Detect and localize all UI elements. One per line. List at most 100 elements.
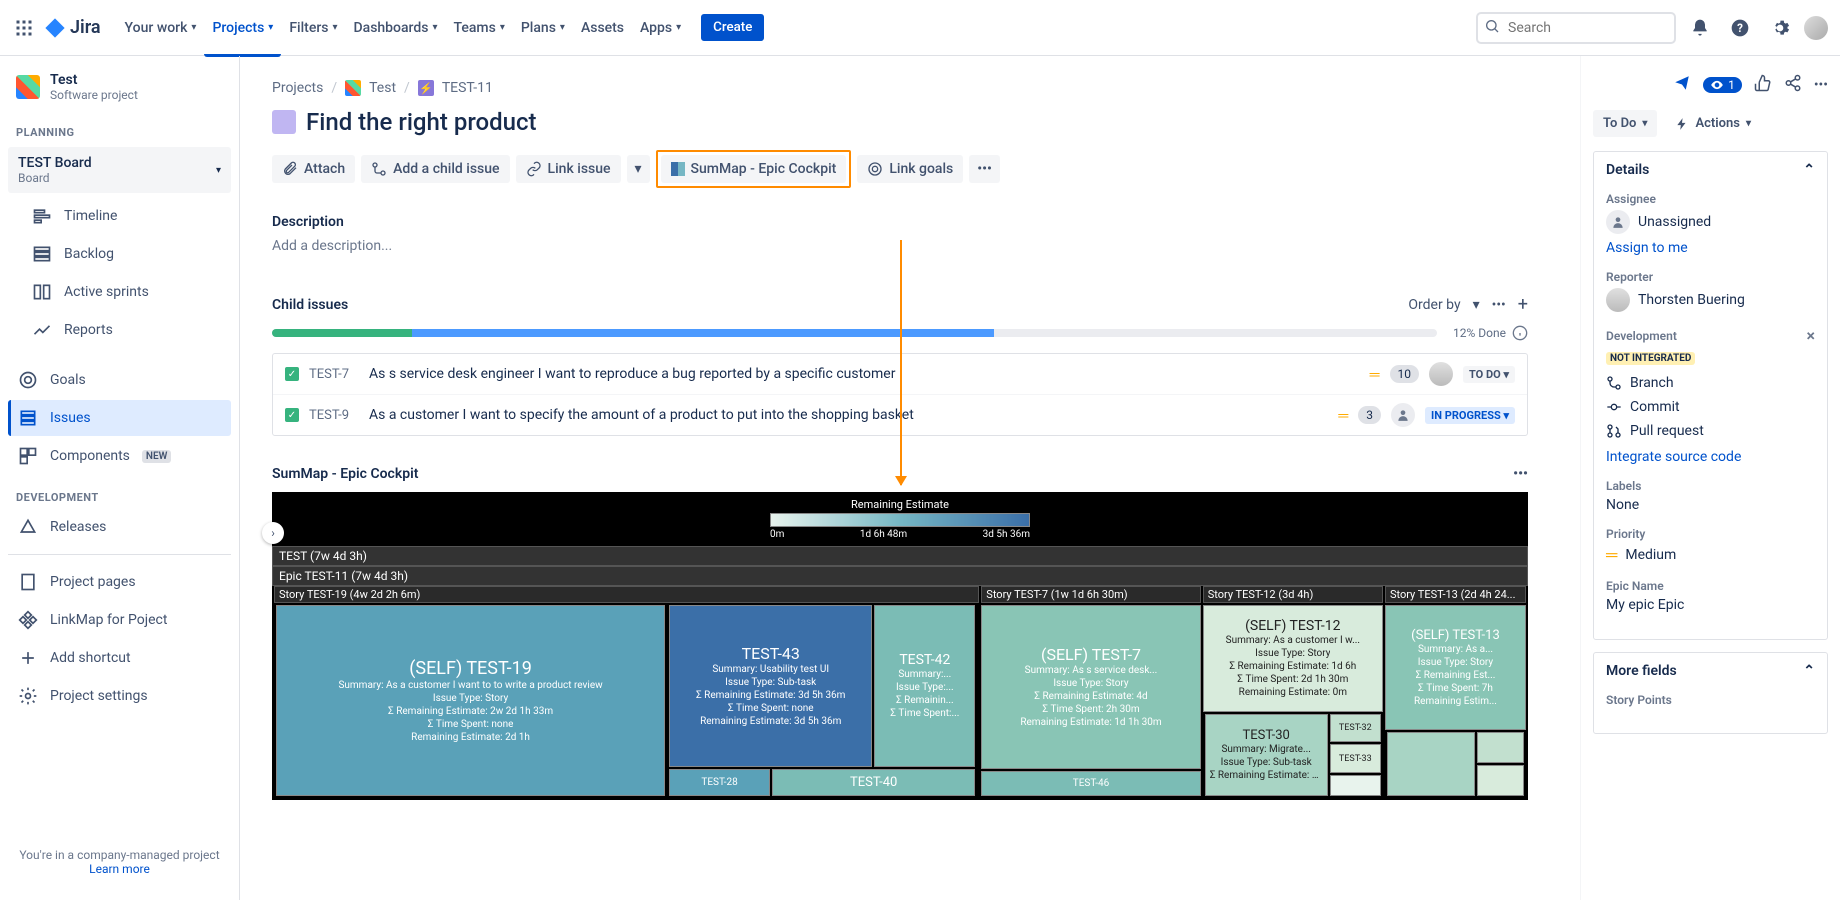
nav-item-filters[interactable]: Filters▾	[281, 0, 345, 57]
search-input[interactable]	[1476, 12, 1676, 44]
integrate-link[interactable]: Integrate source code	[1606, 449, 1815, 465]
jira-logo[interactable]: Jira	[40, 17, 105, 39]
treemap-cell[interactable]: TEST-28	[669, 769, 770, 796]
project-header[interactable]: Test Software project	[8, 72, 231, 122]
progress-bar	[272, 329, 1437, 337]
expand-icon[interactable]: ›	[262, 522, 284, 544]
share-icon[interactable]	[1784, 74, 1802, 96]
link-goals-button[interactable]: Link goals	[857, 155, 963, 183]
attach-button[interactable]: Attach	[272, 155, 355, 183]
status-lozenge[interactable]: TO DO ▾	[1463, 366, 1515, 383]
priority-value[interactable]: ═Medium	[1606, 545, 1815, 565]
treemap-cell[interactable]	[1387, 732, 1475, 796]
close-icon[interactable]: ×	[1807, 326, 1816, 345]
more-icon[interactable]: •••	[1513, 466, 1528, 482]
treemap-cell[interactable]: (SELF) TEST-7 Summary: As s service desk…	[981, 605, 1200, 769]
story-header[interactable]: Story TEST-13 (2d 4h 24...	[1385, 586, 1526, 603]
sidebar-item-releases[interactable]: Releases	[8, 509, 231, 545]
breadcrumb-projects[interactable]: Projects	[272, 80, 323, 96]
watch-button[interactable]: 1	[1703, 77, 1742, 93]
nav-item-your-work[interactable]: Your work▾	[117, 0, 205, 57]
sidebar-item-sprints[interactable]: Active sprints	[8, 274, 231, 310]
sidebar-item-pages[interactable]: Project pages	[8, 564, 231, 600]
labels-value[interactable]: None	[1606, 497, 1815, 513]
treemap-cell[interactable]: TEST-33	[1330, 744, 1381, 772]
breadcrumb-project[interactable]: Test	[369, 80, 396, 96]
sidebar-item-settings[interactable]: Project settings	[8, 678, 231, 714]
sidebar-item-label: Backlog	[64, 246, 114, 262]
treemap-cell[interactable]: TEST-30 Summary: Migrate... Issue Type: …	[1205, 714, 1328, 796]
more-icon[interactable]: •••	[1814, 77, 1828, 93]
create-commit-link[interactable]: Commit	[1606, 395, 1815, 419]
add-icon[interactable]: +	[1518, 294, 1528, 315]
sidebar-item-linkmap[interactable]: LinkMap for Poject	[8, 602, 231, 638]
treemap-cell[interactable]: (SELF) TEST-13 Summary: As a... Issue Ty…	[1385, 605, 1526, 730]
more-icon[interactable]: •••	[1492, 297, 1506, 313]
create-button[interactable]: Create	[701, 14, 764, 41]
sidebar-item-goals[interactable]: Goals	[8, 362, 231, 398]
sidebar-item-shortcut[interactable]: Add shortcut	[8, 640, 231, 676]
link-issue-button[interactable]: Link issue	[516, 155, 621, 183]
chevron-down-icon[interactable]: ▾	[1473, 297, 1480, 313]
link-more-button[interactable]: ▾	[627, 155, 650, 183]
board-selector[interactable]: TEST Board Board ▾	[8, 147, 231, 193]
issue-title[interactable]: Find the right product	[306, 108, 537, 136]
sidebar-item-reports[interactable]: Reports	[8, 312, 231, 348]
like-icon[interactable]	[1754, 74, 1772, 96]
sidebar-item-components[interactable]: Components NEW	[8, 438, 231, 474]
treemap-cell[interactable]: (SELF) TEST-19 Summary: As a customer I …	[276, 605, 665, 796]
treemap-cell[interactable]	[1477, 732, 1524, 763]
order-by-label[interactable]: Order by	[1408, 297, 1460, 313]
nav-item-apps[interactable]: Apps▾	[632, 0, 689, 57]
status-lozenge[interactable]: IN PROGRESS ▾	[1425, 407, 1515, 424]
notifications-icon[interactable]	[1684, 12, 1716, 44]
create-pr-link[interactable]: Pull request	[1606, 419, 1815, 443]
info-icon[interactable]	[1512, 325, 1528, 341]
actions-dropdown[interactable]: Actions ▾	[1665, 110, 1761, 137]
create-branch-link[interactable]: Branch	[1606, 371, 1815, 395]
help-icon[interactable]: ?	[1724, 12, 1756, 44]
more-actions-button[interactable]: •••	[969, 155, 1000, 183]
child-key[interactable]: TEST-9	[309, 408, 359, 423]
treemap-cell[interactable]: (SELF) TEST-12 Summary: As a customer I …	[1203, 605, 1383, 712]
profile-avatar[interactable]	[1804, 16, 1828, 40]
child-key[interactable]: TEST-7	[309, 367, 359, 382]
sidebar-item-backlog[interactable]: Backlog	[8, 236, 231, 272]
epic-name-value[interactable]: My epic Epic	[1606, 597, 1815, 613]
treemap-epic[interactable]: Epic TEST-11 (7w 4d 3h)	[272, 566, 1528, 586]
treemap-cell[interactable]: TEST-43 Summary: Usability test UI Issue…	[669, 605, 872, 767]
treemap-cell[interactable]	[1477, 765, 1524, 796]
breadcrumb-issue[interactable]: TEST-11	[442, 80, 493, 96]
story-header[interactable]: Story TEST-12 (3d 4h)	[1203, 586, 1383, 603]
summap-button[interactable]: SumMap - Epic Cockpit	[661, 155, 847, 183]
nav-item-projects[interactable]: Projects▾	[204, 0, 281, 57]
nav-item-assets[interactable]: Assets	[573, 0, 632, 57]
nav-item-plans[interactable]: Plans▾	[513, 0, 573, 57]
story-header[interactable]: Story TEST-7 (1w 1d 6h 30m)	[981, 586, 1200, 603]
app-switcher-icon[interactable]	[12, 16, 36, 40]
add-child-button[interactable]: Add a child issue	[361, 155, 509, 183]
epic-color-icon[interactable]	[272, 110, 296, 134]
nav-item-dashboards[interactable]: Dashboards▾	[346, 0, 446, 57]
learn-more-link[interactable]: Learn more	[89, 862, 150, 876]
details-toggle[interactable]: Details⌃	[1594, 152, 1827, 188]
story-header[interactable]: Story TEST-19 (4w 2d 2h 6m)	[274, 586, 979, 603]
more-fields-toggle[interactable]: More fields⌃	[1594, 653, 1827, 689]
treemap-cell[interactable]	[1330, 775, 1381, 796]
settings-icon[interactable]	[1764, 12, 1796, 44]
treemap-cell[interactable]: TEST-32	[1330, 714, 1381, 742]
treemap-root[interactable]: TEST (7w 4d 3h)	[272, 546, 1528, 566]
reporter-value[interactable]: Thorsten Buering	[1606, 288, 1815, 312]
treemap-cell[interactable]: TEST-42 Summary:... Issue Type:... Σ Rem…	[874, 605, 975, 767]
nav-item-teams[interactable]: Teams▾	[446, 0, 513, 57]
treemap-cell[interactable]: TEST-46	[981, 771, 1200, 796]
unassigned-avatar-icon[interactable]	[1391, 403, 1415, 427]
feedback-icon[interactable]	[1673, 74, 1691, 96]
sidebar-item-issues[interactable]: Issues	[8, 400, 231, 436]
treemap-cell[interactable]: TEST-40	[772, 769, 975, 796]
sidebar-item-timeline[interactable]: Timeline	[8, 198, 231, 234]
assign-to-me-link[interactable]: Assign to me	[1606, 240, 1815, 256]
assignee-avatar-icon[interactable]	[1429, 362, 1453, 386]
assignee-value[interactable]: Unassigned	[1606, 210, 1815, 234]
status-dropdown[interactable]: To Do ▾	[1593, 110, 1657, 137]
